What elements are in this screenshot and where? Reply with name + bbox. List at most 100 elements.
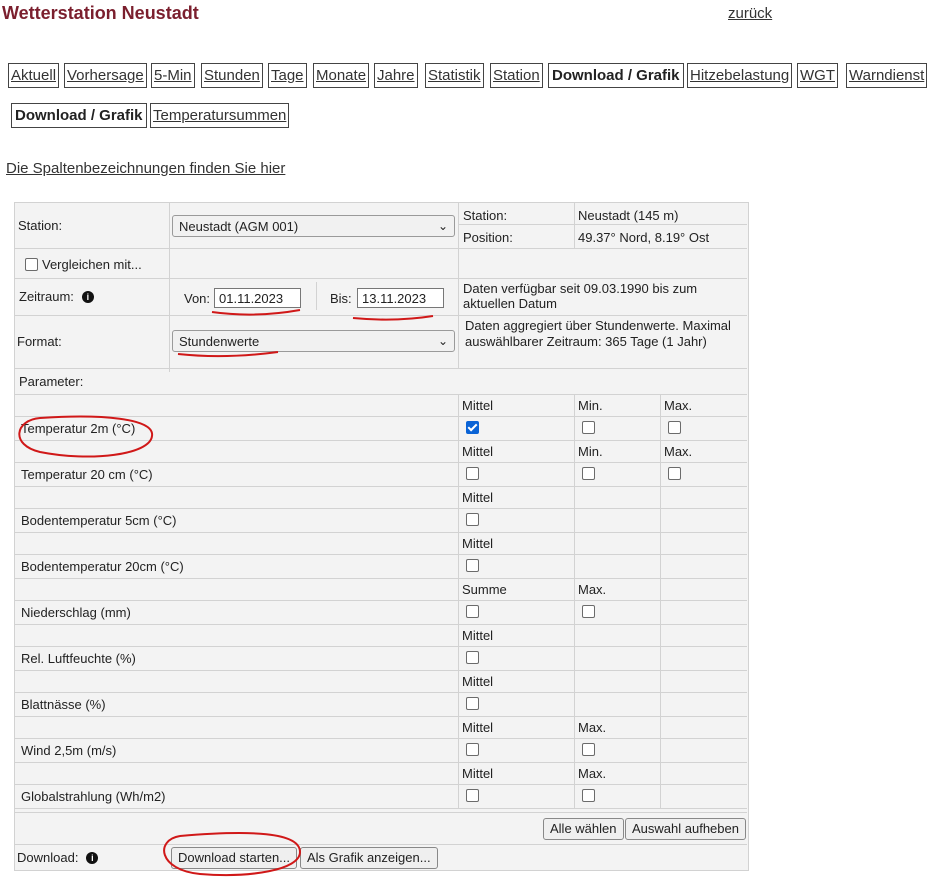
parameter-column-header: Mittel [462,628,494,643]
parameter-label: Parameter: [19,374,84,389]
station-label: Station: [18,218,63,233]
parameter-column-header-row: Mittel [14,532,747,554]
parameter-name: Temperatur 2m (°C) [21,421,136,436]
parameter-row: Temperatur 20 cm (°C) [14,462,747,486]
subtab-temperatursummen[interactable]: Temperatursummen [150,103,290,128]
parameter-checkbox[interactable] [466,697,479,710]
format-select-value: Stundenwerte [179,333,260,349]
position-label: Position: [463,230,513,245]
download-start-button[interactable]: Download starten... [171,847,298,869]
parameter-checkbox[interactable] [582,467,595,480]
parameter-column-header-row: Mittel Max. [14,716,747,738]
format-select[interactable]: Stundenwerte ⌄ [172,330,455,352]
parameter-column-header-row: Mittel [14,670,747,692]
tab-aktuell[interactable]: Aktuell [8,63,60,88]
compare-checkbox-row[interactable]: Vergleichen mit... [25,257,142,272]
parameter-column-header: Max. [664,398,693,413]
station-select-value: Neustadt (AGM 001) [179,218,299,234]
parameter-name: Bodentemperatur 20cm (°C) [21,559,184,574]
parameter-checkbox[interactable] [466,467,479,480]
parameter-row: Niederschlag (mm) [14,600,747,624]
parameter-column-header-row: Mittel Min. Max. [14,394,747,416]
tab-jahre[interactable]: Jahre [374,63,418,88]
format-label: Format: [17,334,62,349]
show-as-chart-button[interactable]: Als Grafik anzeigen... [300,847,438,869]
parameter-row: Bodentemperatur 5cm (°C) [14,508,747,532]
tab-station[interactable]: Station [490,63,543,88]
info-icon[interactable]: i [81,290,94,303]
parameter-checkbox[interactable] [582,421,595,434]
tab-5min[interactable]: 5-Min [151,63,195,88]
tab-monate[interactable]: Monate [313,63,370,88]
deselect-all-button[interactable]: Auswahl aufheben [625,818,746,840]
parameter-checkbox[interactable] [466,651,479,664]
parameter-column-header-row: Mittel Max. [14,762,747,784]
parameter-row: Globalstrahlung (Wh/m2) [14,784,747,808]
parameter-column-header: Mittel [462,490,494,505]
parameter-row: Bodentemperatur 20cm (°C) [14,554,747,578]
station-info-value: Neustadt (145 m) [578,208,679,223]
parameter-checkbox[interactable] [582,789,595,802]
parameter-column-header: Mittel [462,444,494,459]
parameter-name: Wind 2,5m (m/s) [21,743,117,758]
parameter-column-header: Mittel [462,398,494,413]
tab-statistik[interactable]: Statistik [425,63,484,88]
back-link[interactable]: zurück [728,5,772,22]
subtab-download-grafik[interactable]: Download / Grafik [11,103,147,128]
chevron-down-icon: ⌄ [437,334,448,348]
parameter-checkbox[interactable] [582,605,595,618]
parameter-checkbox[interactable] [466,559,479,572]
von-date-input[interactable]: 01.11.2023 [214,288,301,308]
bis-label: Bis: [330,291,352,306]
station-select[interactable]: Neustadt (AGM 001) ⌄ [172,215,455,237]
format-info-text: Daten aggregiert über Stundenwerte. Maxi… [465,318,731,349]
parameter-checkbox[interactable] [466,605,479,618]
tab-wgt[interactable]: WGT [797,63,838,88]
tab-download-grafik[interactable]: Download / Grafik [548,63,684,88]
tab-hitzebelastung[interactable]: Hitzebelastung [687,63,793,88]
parameter-column-header: Mittel [462,536,494,551]
tab-vorhersage[interactable]: Vorhersage [64,63,147,88]
compare-checkbox[interactable] [25,258,38,271]
parameter-row: Wind 2,5m (m/s) [14,738,747,762]
chevron-down-icon: ⌄ [437,219,448,233]
tab-warndienst[interactable]: Warndienst [846,63,928,88]
parameter-checkbox[interactable] [466,743,479,756]
parameter-row: Blattnässe (%) [14,692,747,716]
parameter-name: Globalstrahlung (Wh/m2) [21,789,166,804]
parameter-column-header-row: Mittel [14,624,747,646]
position-value: 49.37° Nord, 8.19° Ost [578,230,710,245]
parameter-column-header: Min. [578,398,603,413]
parameter-row: Temperatur 2m (°C) [14,416,747,440]
parameter-name: Blattnässe (%) [21,697,106,712]
parameter-name: Bodentemperatur 5cm (°C) [21,513,177,528]
parameter-column-header-row: Mittel [14,486,747,508]
tab-stunden[interactable]: Stunden [201,63,263,88]
von-label: Von: [184,291,211,306]
parameter-checkbox[interactable] [668,467,681,480]
parameter-column-header-row: Mittel Min. Max. [14,440,747,462]
download-label: Download: [17,850,79,865]
parameter-column-header: Max. [578,720,607,735]
parameter-checkbox[interactable] [582,743,595,756]
station-info-label: Station: [463,208,508,223]
info-icon[interactable]: i [86,851,99,864]
bis-date-input[interactable]: 13.11.2023 [357,288,444,308]
parameter-column-header: Max. [578,766,607,781]
download-label-row: Download: i [17,850,99,865]
parameter-checkbox[interactable] [466,513,479,526]
column-legend-link[interactable]: Die Spaltenbezeichnungen finden Sie hier [6,160,285,177]
parameter-column-header-row: Summe Max. [14,578,747,600]
parameter-checkbox[interactable] [668,421,681,434]
parameter-column-header: Min. [578,444,603,459]
parameter-checkbox[interactable] [466,789,479,802]
parameter-column-header: Summe [462,582,507,597]
parameter-name: Rel. Luftfeuchte (%) [21,651,136,666]
zeitraum-label-row: Zeitraum: i [19,289,94,304]
parameter-name: Temperatur 20 cm (°C) [21,467,153,482]
tab-tage[interactable]: Tage [268,63,307,88]
parameter-row: Rel. Luftfeuchte (%) [14,646,747,670]
select-all-button[interactable]: Alle wählen [543,818,624,840]
parameter-column-header: Mittel [462,720,494,735]
parameter-checkbox[interactable] [466,421,479,434]
